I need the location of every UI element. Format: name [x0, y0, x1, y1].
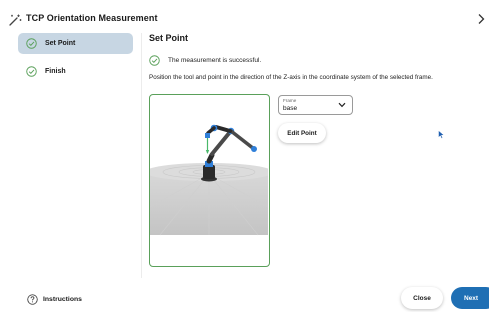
close-button[interactable]: Close — [401, 287, 443, 309]
step-item-finish[interactable]: Finish — [18, 61, 133, 82]
instructions-link[interactable]: Instructions — [43, 296, 82, 303]
status-text: The measurement is successful. — [168, 57, 262, 64]
step-item-set-point[interactable]: Set Point — [18, 33, 133, 54]
frame-select[interactable]: Frame base — [278, 95, 353, 115]
step-label: Set Point — [45, 40, 76, 47]
step-label: Finish — [45, 68, 66, 75]
check-circle-icon — [149, 55, 160, 66]
sidebar-divider — [141, 33, 142, 278]
footer-bar: Instructions Close Next — [0, 287, 489, 312]
edit-point-button[interactable]: Edit Point — [278, 123, 326, 143]
frame-select-value: base — [283, 105, 298, 112]
chevron-down-icon — [338, 102, 346, 108]
check-circle-icon — [26, 66, 37, 77]
check-circle-icon — [26, 38, 37, 49]
app-title: TCP Orientation Measurement — [26, 13, 158, 23]
robot-scene — [150, 124, 268, 236]
frame-select-label: Frame — [283, 98, 297, 103]
next-button[interactable]: Next — [451, 287, 489, 309]
instruction-text: Position the tool and point in the direc… — [149, 74, 433, 81]
header-bar: TCP Orientation Measurement — [0, 0, 489, 30]
mouse-pointer-icon — [438, 130, 445, 139]
step-sidebar: Set Point Finish — [18, 33, 133, 89]
chevron-right-icon[interactable] — [477, 13, 485, 25]
help-circle-icon[interactable] — [27, 294, 38, 305]
status-message: The measurement is successful. — [149, 55, 261, 66]
page-title: Set Point — [149, 33, 189, 43]
magic-wand-icon — [9, 14, 22, 26]
robot-3d-viewport[interactable] — [149, 94, 270, 267]
